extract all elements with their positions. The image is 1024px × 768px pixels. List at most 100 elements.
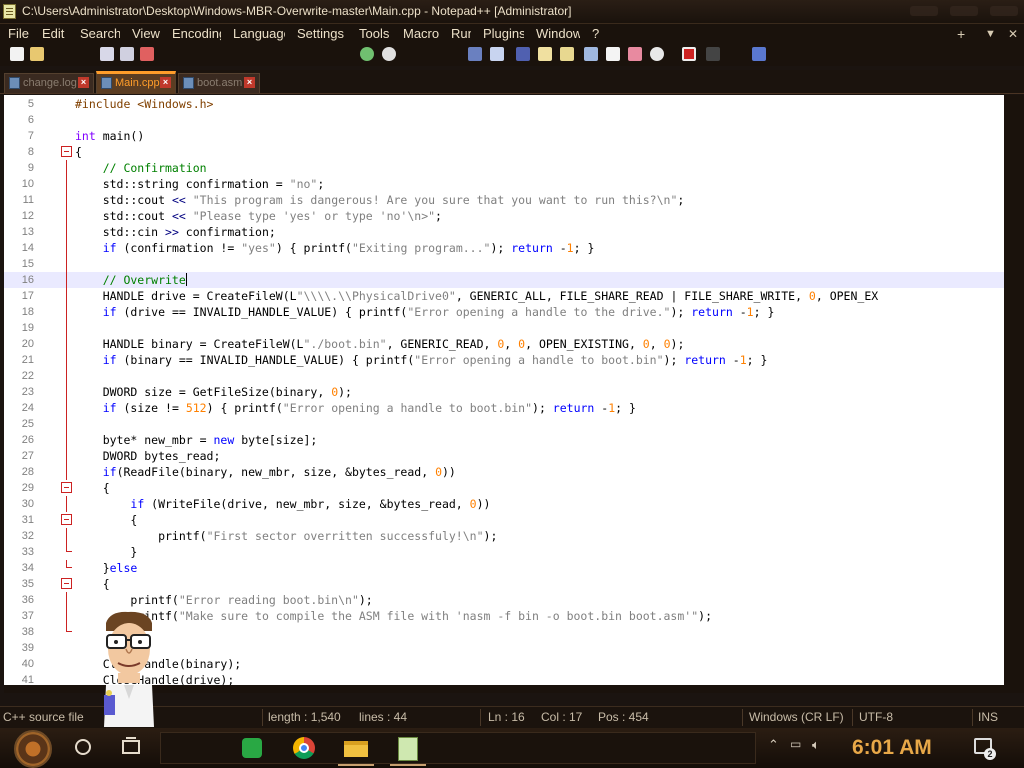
- code-line[interactable]: 8{: [4, 144, 1004, 160]
- code-line[interactable]: 24 if (size != 512) { printf("Error open…: [4, 400, 1004, 416]
- menu-tools[interactable]: Tools: [359, 26, 391, 41]
- open-file-icon[interactable]: [30, 47, 44, 61]
- page-icon[interactable]: [606, 47, 620, 61]
- code-line[interactable]: 26 byte* new_mbr = new byte[size];: [4, 432, 1004, 448]
- fold-toggle-icon[interactable]: [61, 146, 72, 157]
- menu-file[interactable]: File: [8, 26, 32, 41]
- new-file-icon[interactable]: [10, 47, 24, 61]
- code-line[interactable]: 10 std::string confirmation = "no";: [4, 176, 1004, 192]
- indent-guide-icon[interactable]: [516, 47, 530, 61]
- code-line[interactable]: 6: [4, 112, 1004, 128]
- close-window-button[interactable]: [990, 6, 1018, 16]
- search-icon[interactable]: [75, 739, 91, 755]
- monitor-icon[interactable]: [650, 47, 664, 61]
- code-line[interactable]: 12 std::cout << "Please type 'yes' or ty…: [4, 208, 1004, 224]
- fold-guide: [66, 544, 72, 552]
- code-text: {: [75, 144, 82, 160]
- code-line[interactable]: 21 if (binary == INVALID_HANDLE_VALUE) {…: [4, 352, 1004, 368]
- code-line[interactable]: 23 DWORD size = GetFileSize(binary, 0);: [4, 384, 1004, 400]
- code-line[interactable]: 7 int main(): [4, 128, 1004, 144]
- menu-settings[interactable]: Settings: [297, 26, 347, 41]
- fold-toggle-icon[interactable]: [61, 482, 72, 493]
- stop-record-icon[interactable]: [706, 47, 720, 61]
- tab-close-icon[interactable]: ×: [78, 77, 89, 88]
- code-line[interactable]: 14 if (confirmation != "yes") { printf("…: [4, 240, 1004, 256]
- code-line[interactable]: 13 std::cin >> confirmation;: [4, 224, 1004, 240]
- document-list-icon[interactable]: [584, 47, 598, 61]
- code-line[interactable]: 22: [4, 368, 1004, 384]
- new-tab-button[interactable]: +: [957, 26, 965, 42]
- menu-window[interactable]: Window: [536, 26, 580, 41]
- network-icon[interactable]: ▭: [790, 737, 801, 751]
- tab-close-icon[interactable]: ×: [160, 77, 171, 88]
- close-icon[interactable]: [140, 47, 154, 61]
- minimize-button[interactable]: [910, 6, 938, 16]
- save-all-icon[interactable]: [120, 47, 134, 61]
- task-view-icon[interactable]: [122, 737, 140, 754]
- code-line[interactable]: 34 }else: [4, 560, 1004, 576]
- menu-search[interactable]: Search: [80, 26, 120, 41]
- code-line[interactable]: 33 }: [4, 544, 1004, 560]
- chrome-icon[interactable]: [286, 733, 322, 763]
- chevron-up-icon[interactable]: ⌃: [768, 737, 779, 753]
- code-line[interactable]: 19: [4, 320, 1004, 336]
- doc-map-icon[interactable]: [538, 47, 552, 61]
- code-line[interactable]: 16 // Overwrite: [4, 272, 1004, 288]
- code-line[interactable]: 27 DWORD bytes_read;: [4, 448, 1004, 464]
- tab-close-icon[interactable]: ×: [244, 77, 255, 88]
- run-macro-icon[interactable]: [752, 47, 766, 61]
- fold-toggle-icon[interactable]: [61, 514, 72, 525]
- record-macro-icon[interactable]: [682, 47, 696, 61]
- close-doc-button[interactable]: ✕: [1008, 27, 1018, 41]
- code-line[interactable]: 11 std::cout << "This program is dangero…: [4, 192, 1004, 208]
- notepad-plus-plus-icon[interactable]: [390, 733, 426, 763]
- status-encoding[interactable]: UTF-8: [859, 710, 893, 724]
- zoom-in-icon[interactable]: [360, 47, 374, 61]
- code-line[interactable]: 9 // Confirmation: [4, 160, 1004, 176]
- folder-icon[interactable]: [628, 47, 642, 61]
- show-all-chars-icon[interactable]: [490, 47, 504, 61]
- code-line[interactable]: 15: [4, 256, 1004, 272]
- code-line[interactable]: 29 {: [4, 480, 1004, 496]
- function-list-icon[interactable]: [560, 47, 574, 61]
- status-eol[interactable]: Windows (CR LF): [749, 710, 844, 724]
- spreadsheet-app-icon[interactable]: [234, 733, 270, 763]
- zoom-out-icon[interactable]: [382, 47, 396, 61]
- menu-run[interactable]: Run: [451, 26, 471, 41]
- menu-plugins[interactable]: Plugins: [483, 26, 524, 41]
- code-editor[interactable]: 5 #include <Windows.h> 6 7 int main() 8{9 // …: [4, 95, 1004, 685]
- code-line[interactable]: 32 printf("First sector overritten succe…: [4, 528, 1004, 544]
- maximize-button[interactable]: [950, 6, 978, 16]
- menu-view[interactable]: View: [132, 26, 160, 41]
- tab-change-log[interactable]: change.log ×: [4, 73, 94, 93]
- file-explorer-icon[interactable]: [338, 733, 374, 763]
- start-button[interactable]: [14, 730, 52, 768]
- menu-edit[interactable]: Edit: [42, 26, 68, 41]
- tab-main-cpp[interactable]: Main.cpp ×: [96, 71, 176, 94]
- menu-help[interactable]: ?: [592, 26, 604, 41]
- code-line[interactable]: 28 if(ReadFile(binary, new_mbr, size, &b…: [4, 464, 1004, 480]
- code-line[interactable]: 25: [4, 416, 1004, 432]
- code-line[interactable]: 35 {: [4, 576, 1004, 592]
- save-icon[interactable]: [100, 47, 114, 61]
- line-number: 11: [22, 194, 34, 206]
- code-line[interactable]: 18 if (drive == INVALID_HANDLE_VALUE) { …: [4, 304, 1004, 320]
- taskbar-clock[interactable]: 6:01 AM: [852, 736, 932, 760]
- code-line[interactable]: 17 HANDLE drive = CreateFileW(L"\\\\.\\P…: [4, 288, 1004, 304]
- wrap-icon[interactable]: [468, 47, 482, 61]
- tab-list-dropdown[interactable]: ▼: [985, 28, 996, 40]
- code-line[interactable]: 36 printf("Error reading boot.bin\n");: [4, 592, 1004, 608]
- menu-encoding[interactable]: Encoding: [172, 26, 221, 41]
- code-line[interactable]: 5 #include <Windows.h>: [4, 96, 1004, 112]
- notepad-plus-plus-icon[interactable]: [3, 4, 16, 19]
- vertical-scrollbar[interactable]: [1004, 95, 1024, 693]
- menu-language[interactable]: Language: [233, 26, 285, 41]
- fold-toggle-icon[interactable]: [61, 578, 72, 589]
- menu-macro[interactable]: Macro: [403, 26, 439, 41]
- volume-icon[interactable]: 🔈︎: [812, 737, 820, 753]
- code-line[interactable]: 30 if (WriteFile(drive, new_mbr, size, &…: [4, 496, 1004, 512]
- code-line[interactable]: 20 HANDLE binary = CreateFileW(L"./boot.…: [4, 336, 1004, 352]
- tab-boot-asm[interactable]: boot.asm ×: [178, 73, 260, 93]
- code-token: byte[size];: [234, 433, 318, 447]
- code-line[interactable]: 31 {: [4, 512, 1004, 528]
